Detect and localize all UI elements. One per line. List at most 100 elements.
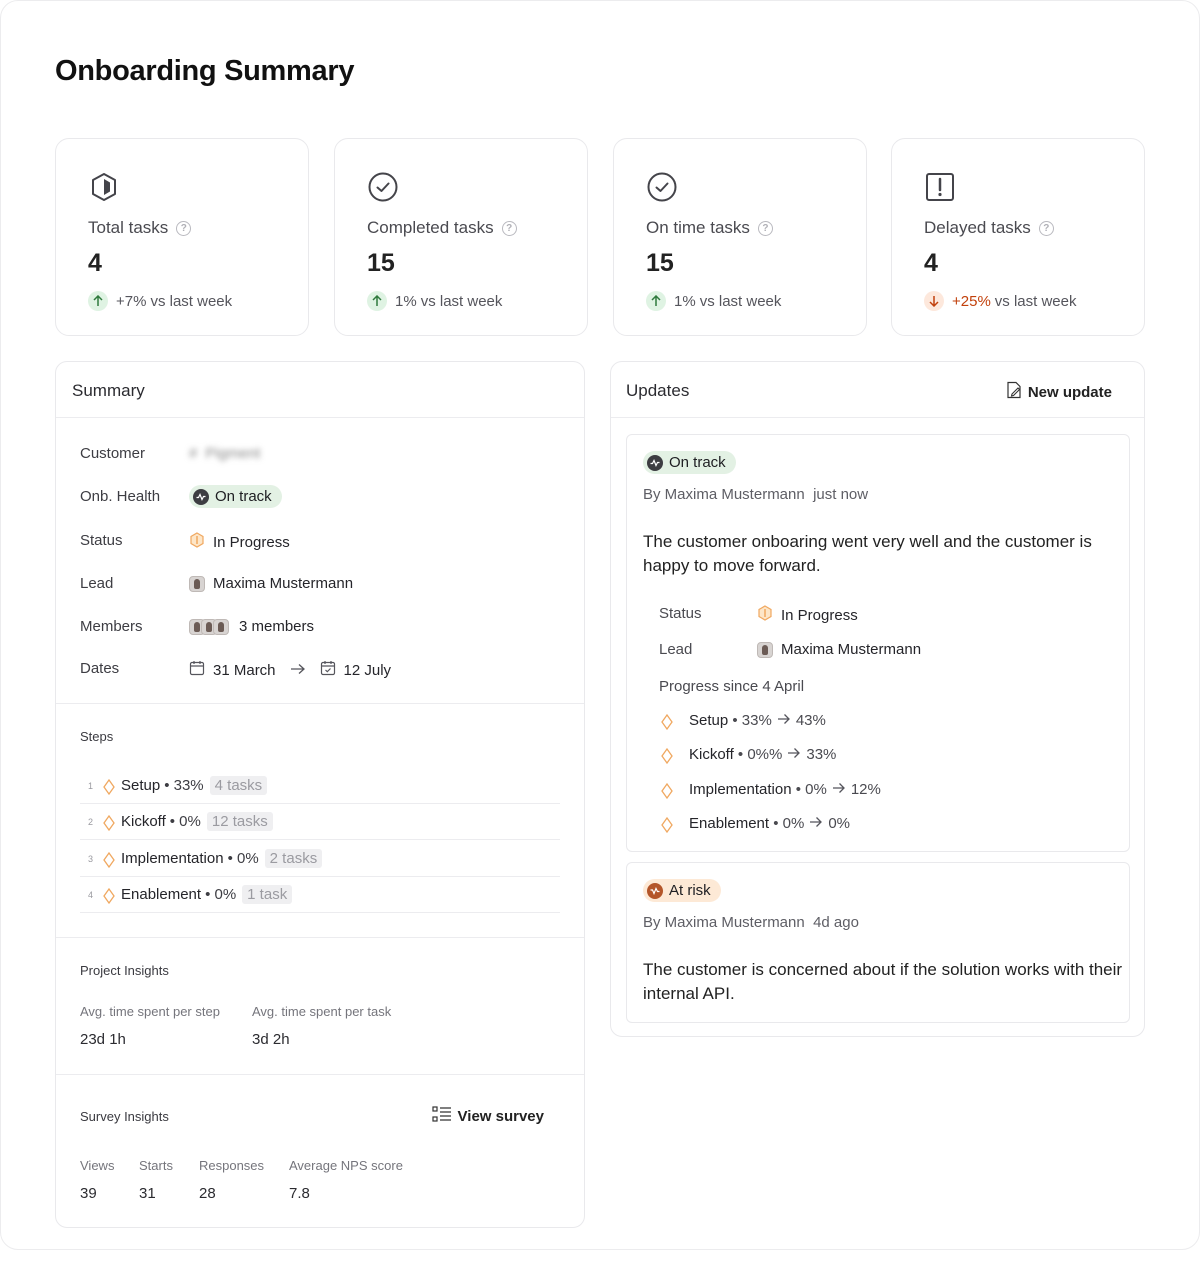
- diamond-icon: [661, 747, 673, 764]
- step-pct: • 0%: [169, 813, 201, 830]
- update-lead-field-label: Lead: [659, 641, 693, 658]
- step-number: 3: [88, 853, 94, 864]
- responses-value: 28: [199, 1185, 216, 1202]
- kpi-card-completed-tasks: Completed tasks ? 15 1% vs last week: [334, 138, 588, 336]
- arrow-right-icon: [809, 815, 823, 832]
- progress-row: Implementation • 0% 12%: [659, 781, 881, 799]
- kpi-trend: 1% vs last week: [367, 291, 502, 311]
- update-text: The customer onboaring went very well an…: [643, 532, 1092, 575]
- avatar: [757, 641, 773, 658]
- update-status-field-label: Status: [659, 605, 702, 622]
- step-row[interactable]: 1 Setup • 33% 4 tasks: [80, 768, 560, 804]
- task-count-chip[interactable]: 1 task: [242, 885, 293, 904]
- view-survey-button[interactable]: View survey: [431, 1106, 544, 1126]
- health-value[interactable]: On track: [189, 485, 282, 508]
- nps-label: Average NPS score: [289, 1158, 403, 1173]
- update-text: The customer is concerned about if the s…: [643, 960, 1123, 1003]
- diamond-icon: [103, 851, 115, 868]
- end-date[interactable]: 12 July: [344, 662, 392, 679]
- page-title: Onboarding Summary: [55, 55, 355, 87]
- kpi-label-row: Delayed tasks ?: [924, 218, 1054, 238]
- kpi-trend: +7% vs last week: [88, 291, 232, 311]
- step-number: 2: [88, 816, 94, 827]
- calendar-check-icon: [320, 660, 336, 680]
- new-update-label: New update: [1027, 383, 1112, 401]
- project-insights-title: Project Insights: [80, 963, 169, 978]
- trend-value: 1%: [395, 292, 417, 310]
- task-count-chip[interactable]: 12 tasks: [206, 812, 273, 831]
- views-value: 39: [80, 1185, 97, 1202]
- step-row[interactable]: 4 Enablement • 0% 1 task: [80, 877, 560, 913]
- step-row[interactable]: 3 Implementation • 0% 2 tasks: [80, 841, 560, 877]
- lead-value[interactable]: Maxima Mustermann: [189, 575, 353, 592]
- update-status-label: At risk: [669, 882, 711, 899]
- diamond-icon: [661, 713, 673, 730]
- kpi-trend: 1% vs last week: [646, 291, 781, 311]
- help-icon[interactable]: ?: [176, 220, 192, 236]
- avatar: [189, 575, 205, 592]
- customer-value[interactable]: # Pigment: [189, 445, 260, 462]
- customer-name: Pigment: [205, 445, 261, 462]
- diamond-icon: [661, 816, 673, 833]
- status-label: Status: [80, 532, 123, 549]
- trend-value: +25%: [952, 292, 991, 310]
- update-byline: By Maxima Mustermann just now: [643, 486, 869, 503]
- step-pct: • 0%: [205, 886, 237, 903]
- step-name: Implementation: [121, 850, 224, 867]
- members-value[interactable]: 3 members: [189, 618, 314, 635]
- divider: [56, 937, 584, 938]
- check-circle-icon: [367, 171, 399, 203]
- in-progress-icon: [189, 532, 205, 552]
- kpi-value: 4: [88, 249, 102, 277]
- help-icon[interactable]: ?: [757, 220, 773, 236]
- update-card[interactable]: At risk By Maxima Mustermann 4d ago The …: [626, 862, 1130, 1023]
- check-circle-icon: [646, 171, 678, 203]
- view-survey-label: View survey: [457, 1107, 544, 1125]
- step-number: 4: [88, 889, 94, 900]
- members-count: 3 members: [239, 618, 315, 635]
- health-badge[interactable]: On track: [189, 485, 282, 508]
- step-name: Setup: [121, 777, 161, 794]
- avg-step-label: Avg. time spent per step: [80, 1004, 220, 1019]
- lead-name: Maxima Mustermann: [213, 575, 354, 592]
- help-icon[interactable]: ?: [501, 220, 517, 236]
- arrow-up-icon: [646, 291, 666, 311]
- arrow-right-icon: [787, 746, 801, 763]
- step-name: Kickoff: [121, 813, 166, 830]
- trend-suffix: vs last week: [420, 292, 503, 310]
- task-count-chip[interactable]: 2 tasks: [264, 849, 323, 868]
- update-card[interactable]: On track By Maxima Mustermann just now T…: [626, 434, 1130, 852]
- status-text: In Progress: [213, 533, 290, 551]
- arrow-right-icon: [290, 662, 306, 679]
- diamond-icon: [103, 814, 115, 831]
- dates-value[interactable]: 31 March 12 July: [189, 660, 391, 680]
- update-status-badge: At risk: [643, 879, 721, 902]
- kpi-label-row: Completed tasks ?: [367, 218, 517, 238]
- new-update-button[interactable]: New update: [1006, 381, 1112, 403]
- pulse-icon: [193, 488, 209, 505]
- arrow-down-icon: [924, 291, 944, 311]
- customer-label: Customer: [80, 445, 146, 462]
- kpi-label: On time tasks: [646, 218, 750, 237]
- kpi-label-row: On time tasks ?: [646, 218, 773, 238]
- diamond-icon: [103, 778, 115, 795]
- kpi-card-on-time-tasks: On time tasks ? 15 1% vs last week: [613, 138, 867, 336]
- progress-row: Setup • 33% 43%: [659, 712, 826, 730]
- avg-step-value: 23d 1h: [80, 1031, 126, 1048]
- kpi-card-delayed-tasks: Delayed tasks ? 4 +25% vs last week: [891, 138, 1145, 336]
- update-status-label: On track: [669, 454, 726, 471]
- box-icon: [88, 171, 120, 203]
- task-count-chip[interactable]: 4 tasks: [209, 776, 268, 795]
- step-row[interactable]: 2 Kickoff • 0% 12 tasks: [80, 804, 560, 840]
- divider: [56, 1074, 584, 1075]
- help-icon[interactable]: ?: [1038, 220, 1054, 236]
- start-date[interactable]: 31 March: [213, 662, 276, 679]
- updates-header: Updates New update: [611, 362, 1144, 418]
- arrow-right-icon: [832, 781, 846, 798]
- risk-icon: [647, 882, 663, 899]
- status-value[interactable]: In Progress: [189, 532, 290, 552]
- divider: [56, 703, 584, 704]
- nps-value: 7.8: [289, 1185, 310, 1202]
- update-status-field-value: In Progress: [757, 605, 858, 625]
- kpi-label-row: Total tasks ?: [88, 218, 192, 238]
